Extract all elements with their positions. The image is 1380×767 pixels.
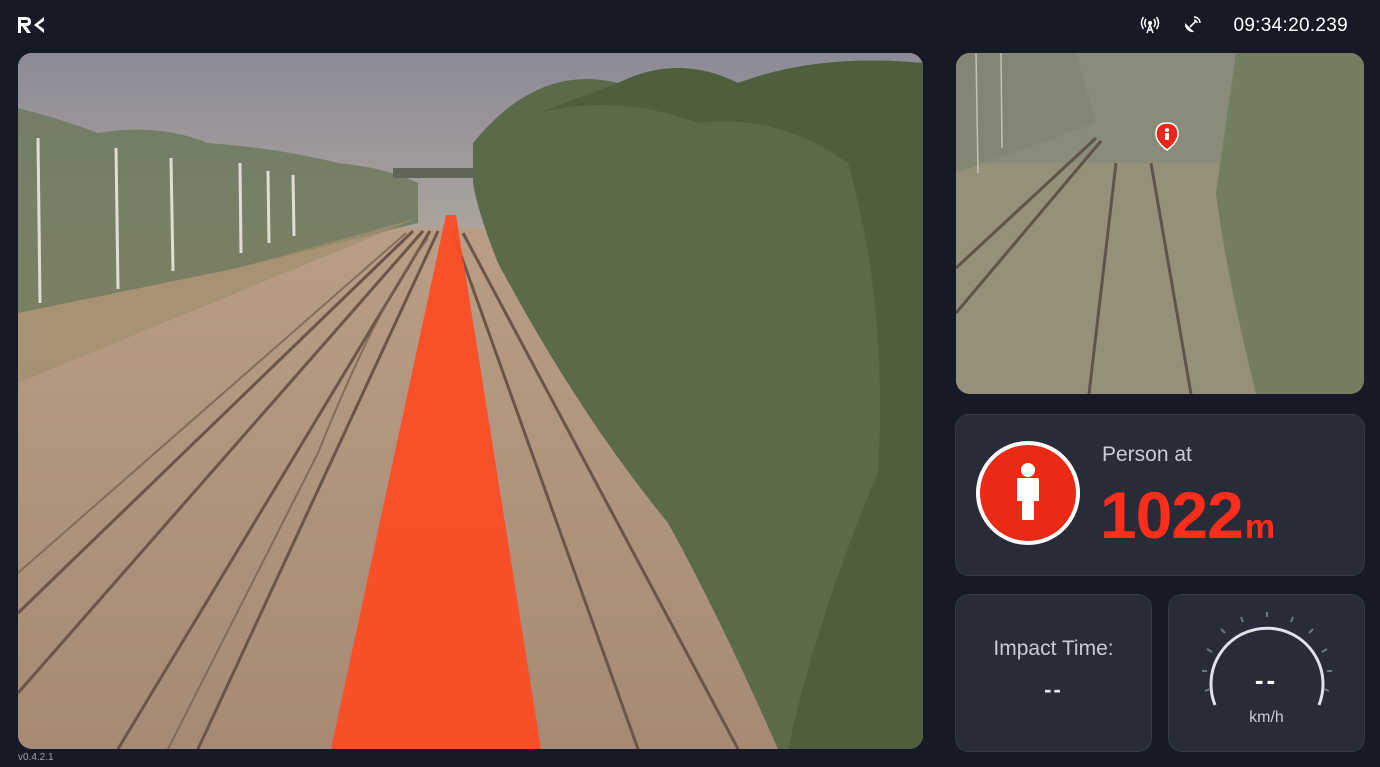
distance-unit: m bbox=[1244, 508, 1276, 546]
main-track-camera bbox=[18, 53, 923, 749]
distance-value: 1022 bbox=[1100, 478, 1244, 552]
speed-value: -- bbox=[1254, 665, 1279, 695]
speed-card: -- km/h bbox=[1168, 594, 1365, 752]
impact-time-label: Impact Time: bbox=[993, 637, 1114, 660]
speedometer-gauge-icon bbox=[1202, 612, 1332, 706]
clock-time: 09:34:20.239 bbox=[1233, 15, 1348, 36]
zoom-track-camera bbox=[956, 53, 1364, 394]
speed-unit: km/h bbox=[1249, 709, 1284, 726]
top-bar: 09:34:20.239 bbox=[0, 0, 1380, 52]
impact-time-value: -- bbox=[1044, 677, 1063, 702]
detection-label: Person at bbox=[1102, 443, 1192, 466]
signal-broadcast-icon bbox=[1140, 16, 1160, 34]
person-detection-card: Person at 1022m bbox=[955, 414, 1365, 576]
impact-time-card: Impact Time: -- bbox=[955, 594, 1152, 752]
satellite-dish-icon bbox=[1184, 16, 1201, 33]
version-label: v0.4.2.1 bbox=[18, 752, 54, 763]
person-icon bbox=[976, 441, 1080, 545]
detection-distance: 1022m bbox=[1100, 477, 1275, 553]
app-logo-icon bbox=[18, 17, 44, 33]
